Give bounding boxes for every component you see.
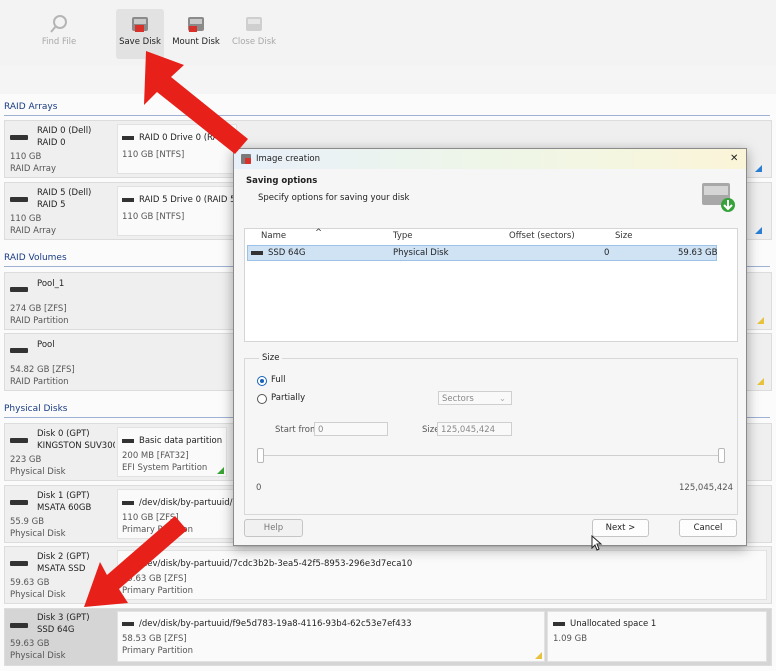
arrow-to-save-disk-icon bbox=[144, 51, 248, 154]
annotation-arrows bbox=[84, 51, 248, 607]
arrow-to-disk3-icon bbox=[84, 516, 187, 607]
